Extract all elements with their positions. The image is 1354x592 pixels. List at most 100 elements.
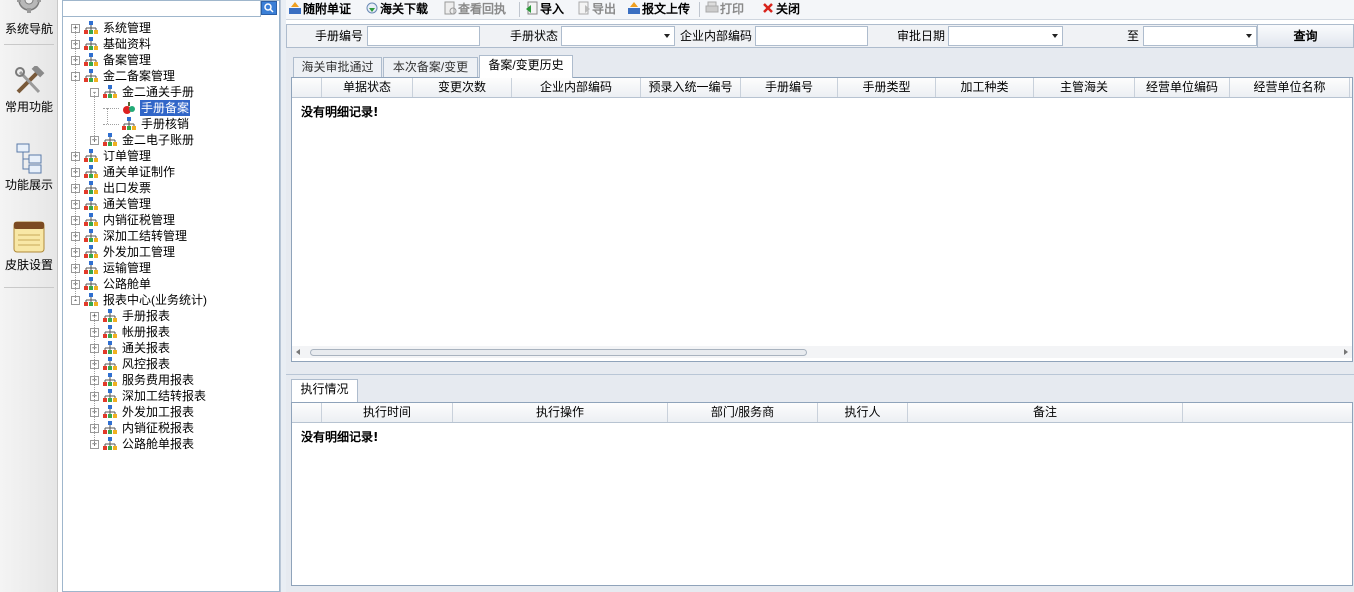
- chevron-down-icon: [664, 34, 670, 38]
- tree-node-label[interactable]: 基础资料: [102, 36, 152, 52]
- org-chart-icon: [122, 117, 136, 130]
- scrollbar-thumb[interactable]: [310, 349, 807, 356]
- horizontal-scrollbar[interactable]: [292, 346, 1352, 358]
- toolbar-button[interactable]: 查看回执: [443, 0, 506, 18]
- org-chart-icon: [103, 389, 117, 402]
- column-header[interactable]: 执行人: [818, 403, 908, 422]
- tree-node-label[interactable]: 内销征税管理: [102, 212, 176, 228]
- column-header[interactable]: 单据状态: [322, 78, 413, 97]
- org-chart-icon: [84, 21, 98, 34]
- toolbar: 随附单证 海关下载 查看回执 导入 导出 报文上传 打印 关闭: [286, 0, 1354, 20]
- rail-item-system-nav[interactable]: 系统导航: [0, 0, 58, 37]
- tree-node-label[interactable]: 公路舱单: [102, 276, 152, 292]
- tab-filing-history[interactable]: 备案/变更历史: [479, 55, 573, 78]
- tree-connector: [94, 316, 95, 444]
- column-header[interactable]: 执行时间: [322, 403, 453, 422]
- rail-item-feature-display[interactable]: 功能展示: [0, 142, 58, 193]
- tree-node-label[interactable]: 运输管理: [102, 260, 152, 276]
- toolbar-button[interactable]: 打印: [705, 0, 744, 18]
- tree-node-label[interactable]: 风控报表: [121, 356, 171, 372]
- tab-execution[interactable]: 执行情况: [291, 379, 358, 402]
- upload-doc-icon: [289, 2, 301, 14]
- column-header[interactable]: 执行操作: [453, 403, 668, 422]
- toolbar-button[interactable]: 海关下载: [365, 0, 428, 18]
- tree-node-label[interactable]: 深加工结转管理: [102, 228, 188, 244]
- approve-date-to-picker[interactable]: [1143, 26, 1257, 46]
- org-chart-icon: [84, 69, 98, 82]
- toolbar-button[interactable]: 关闭: [761, 0, 800, 18]
- column-header[interactable]: 手册编号: [741, 78, 838, 97]
- search-icon: [264, 3, 274, 13]
- rail-item-skin[interactable]: 皮肤设置: [0, 220, 58, 273]
- column-header[interactable]: 主管海关: [1034, 78, 1135, 97]
- tab-customs-approved[interactable]: 海关审批通过: [293, 57, 382, 77]
- tree-node-label[interactable]: 金二备案管理: [102, 68, 176, 84]
- column-header[interactable]: 变更次数: [413, 78, 512, 97]
- tab-current-filing[interactable]: 本次备案/变更: [383, 57, 478, 77]
- toolbar-button-label: 导入: [540, 2, 565, 16]
- tree-node-label[interactable]: 备案管理: [102, 52, 152, 68]
- row-header-cell: [292, 403, 322, 422]
- column-header[interactable]: 部门/服务商: [668, 403, 818, 422]
- tree-node-label[interactable]: 内销征税报表: [121, 420, 195, 436]
- org-chart-icon: [84, 245, 98, 258]
- toolbar-button[interactable]: 导出: [577, 0, 616, 18]
- column-header[interactable]: 备注: [908, 403, 1183, 422]
- manual-status-select[interactable]: [561, 26, 675, 46]
- empty-message: 没有明细记录!: [301, 430, 379, 444]
- tree-node-label[interactable]: 通关报表: [121, 340, 171, 356]
- toolbar-button[interactable]: 导入: [525, 0, 564, 18]
- panel-divider: [286, 374, 1354, 375]
- rail-item-common[interactable]: 常用功能: [0, 66, 58, 115]
- exec-grid: 执行时间 执行操作 部门/服务商 执行人 备注 没有明细记录!: [291, 402, 1353, 586]
- org-chart-icon: [84, 37, 98, 50]
- tree-node-label[interactable]: 手册报表: [121, 308, 171, 324]
- scroll-right-icon[interactable]: [1344, 349, 1348, 355]
- toolbar-button[interactable]: 随附单证: [288, 0, 351, 18]
- column-header[interactable]: 预录入统一编号: [641, 78, 741, 97]
- tree-panel: + 系统管理 + 基础资料 + 备案管理 - 金二备案管理 - 金二通关手册 手册备案 手册核销 + 金二…: [62, 0, 280, 592]
- scroll-left-icon[interactable]: [296, 349, 300, 355]
- tree-node-label[interactable]: 外发加工报表: [121, 404, 195, 420]
- tree-node-label[interactable]: 通关管理: [102, 196, 152, 212]
- manual-no-label: 手册编号: [287, 25, 365, 47]
- tools-icon: [15, 66, 45, 94]
- rail-label: 功能展示: [4, 178, 53, 192]
- flowchart-icon: [16, 143, 42, 174]
- org-chart-icon: [84, 53, 98, 66]
- query-button[interactable]: 查询: [1257, 25, 1353, 47]
- tree-search-button[interactable]: [261, 1, 277, 15]
- org-chart-icon: [84, 261, 98, 274]
- manual-no-input[interactable]: [367, 26, 480, 46]
- tree-node-label[interactable]: 金二通关手册: [121, 84, 195, 100]
- tree-node-label[interactable]: 通关单证制作: [102, 164, 176, 180]
- tree-search-input[interactable]: [63, 1, 261, 17]
- tree-node-label[interactable]: 手册备案: [140, 100, 191, 116]
- rail-label: 系统导航: [4, 22, 53, 36]
- tree-node-label[interactable]: 系统管理: [102, 20, 152, 36]
- org-chart-icon: [103, 373, 117, 386]
- approve-date-from-picker[interactable]: [948, 26, 1063, 46]
- column-header[interactable]: 经营单位编码: [1135, 78, 1230, 97]
- tree-node-label[interactable]: 服务费用报表: [121, 372, 195, 388]
- tree-node-label[interactable]: 出口发票: [102, 180, 152, 196]
- column-header[interactable]: 手册类型: [838, 78, 936, 97]
- tree-node-label[interactable]: 报表中心(业务统计): [102, 292, 208, 308]
- tree-node-label[interactable]: 订单管理: [102, 148, 152, 164]
- toolbar-button-label: 导出: [592, 2, 617, 16]
- org-chart-icon: [84, 181, 98, 194]
- column-header[interactable]: 加工种类: [936, 78, 1034, 97]
- tree-node-label[interactable]: 帐册报表: [121, 324, 171, 340]
- column-header[interactable]: 经营单位名称: [1230, 78, 1350, 97]
- toolbar-button-label: 查看回执: [458, 2, 507, 16]
- gear-icon: [17, 0, 41, 13]
- tree-node-label[interactable]: 深加工结转报表: [121, 388, 207, 404]
- column-header[interactable]: 企业内部编码: [512, 78, 641, 97]
- internal-code-input[interactable]: [755, 26, 868, 46]
- tree-node-label[interactable]: 手册核销: [140, 116, 190, 132]
- tree-node-label[interactable]: 外发加工管理: [102, 244, 176, 260]
- tree-node-label[interactable]: 金二电子账册: [121, 132, 195, 148]
- toolbar-button[interactable]: 报文上传: [627, 0, 690, 18]
- tree-node-label[interactable]: 公路舱单报表: [121, 436, 195, 452]
- fruit-module-icon: [123, 102, 135, 114]
